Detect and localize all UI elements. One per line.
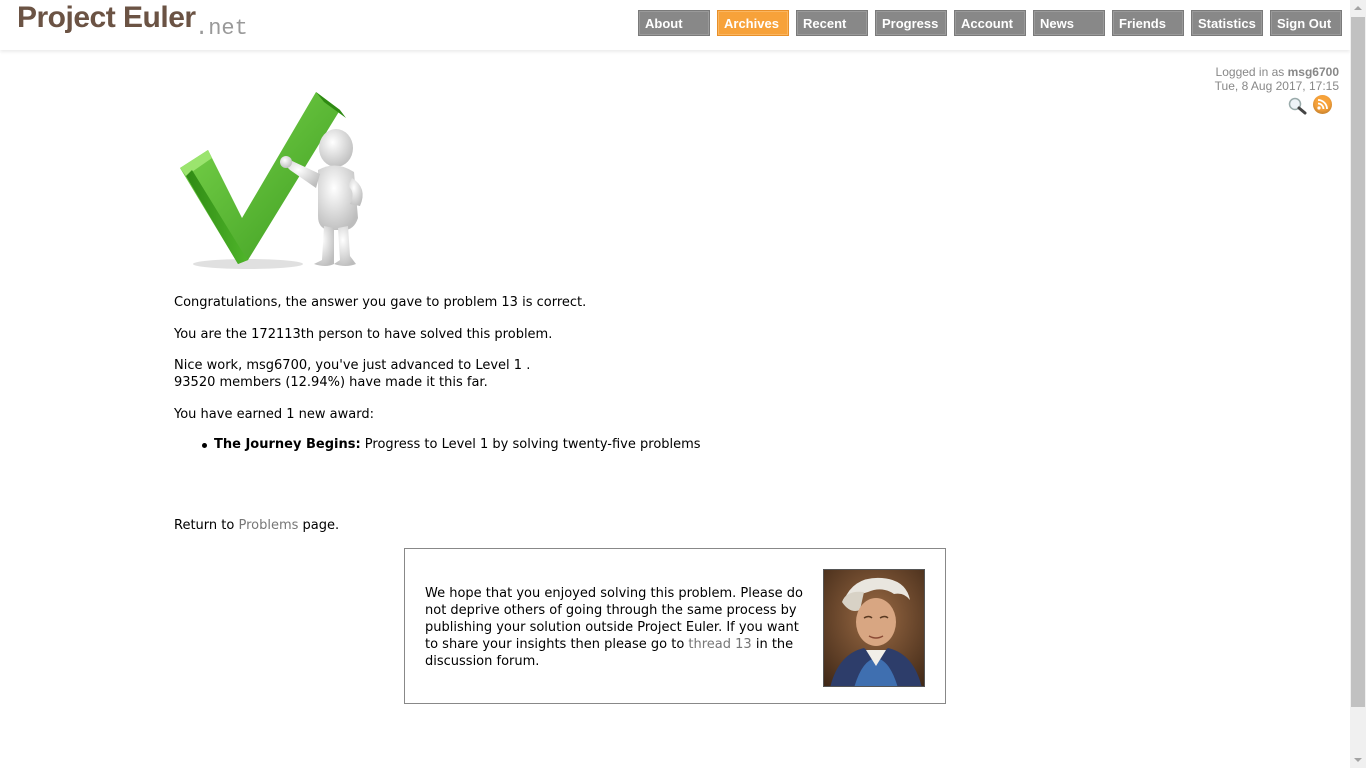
nav-friends[interactable]: Friends [1112, 10, 1184, 36]
award-list: The Journey Begins: Progress to Level 1 … [202, 436, 701, 453]
info-icons [1287, 95, 1337, 115]
user-info: Logged in as msg6700 Tue, 8 Aug 2017, 17… [1215, 65, 1339, 93]
forum-notice-box: We hope that you enjoyed solving this pr… [404, 548, 946, 704]
problems-link[interactable]: Problems [238, 518, 298, 533]
scroll-down-arrow-icon[interactable] [1350, 752, 1366, 768]
scroll-up-arrow-icon[interactable] [1350, 0, 1366, 16]
nav-news[interactable]: News [1033, 10, 1105, 36]
scrollbar-thumb[interactable] [1351, 17, 1365, 707]
euler-portrait [823, 569, 925, 687]
logo-text: Project Euler [17, 1, 196, 34]
nav-archives[interactable]: Archives [717, 10, 789, 36]
nav-account[interactable]: Account [954, 10, 1026, 36]
award-intro: You have earned 1 new award: [174, 407, 374, 422]
award-description: Progress to Level 1 by solving twenty-fi… [360, 437, 701, 452]
nav-progress[interactable]: Progress [875, 10, 947, 36]
correct-checkmark-image [180, 92, 363, 269]
username-link[interactable]: msg6700 [1288, 65, 1339, 79]
nav-sign-out[interactable]: Sign Out [1270, 10, 1342, 36]
nav-statistics[interactable]: Statistics [1191, 10, 1263, 36]
forum-notice-text: We hope that you enjoyed solving this pr… [425, 585, 805, 670]
current-datetime: Tue, 8 Aug 2017, 17:15 [1214, 79, 1339, 93]
vertical-scrollbar[interactable] [1350, 0, 1366, 768]
solver-rank-message: You are the 172113th person to have solv… [174, 327, 553, 342]
nav-about[interactable]: About [638, 10, 710, 36]
site-header: Project Euler .net About Archives Recent… [0, 0, 1350, 50]
search-icon[interactable] [1287, 97, 1307, 115]
return-suffix: page. [298, 518, 340, 533]
congrats-message: Congratulations, the answer you gave to … [174, 295, 587, 310]
logo-domain: .net [195, 16, 248, 41]
return-prefix: Return to [174, 518, 239, 533]
logged-in-line: Logged in as msg6700 [1215, 65, 1339, 79]
level-stats-message: 93520 members (12.94%) have made it this… [174, 375, 488, 390]
logged-in-label: Logged in as [1215, 65, 1285, 79]
list-bullet [202, 443, 207, 448]
return-line: Return to Problems page. [174, 517, 339, 534]
discussion-thread-link[interactable]: thread 13 [688, 637, 751, 652]
award-item: The Journey Begins: Progress to Level 1 … [202, 437, 701, 452]
rss-icon[interactable] [1313, 95, 1332, 114]
nav-recent[interactable]: Recent [796, 10, 868, 36]
award-title: The Journey Begins: [214, 437, 361, 452]
level-message: Nice work, msg6700, you've just advanced… [174, 358, 531, 373]
